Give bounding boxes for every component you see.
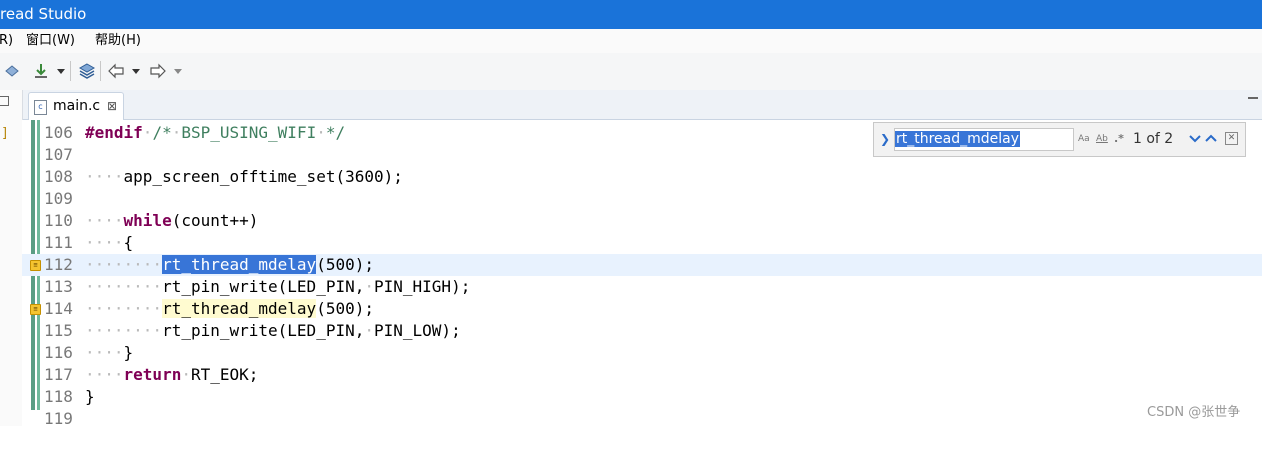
c-file-icon: c — [34, 100, 47, 115]
close-find-icon[interactable]: ✕ — [1225, 132, 1238, 145]
code-line: 109 — [22, 188, 1262, 210]
code-text: ····{ — [85, 233, 134, 252]
line-number: 111 — [44, 233, 73, 252]
editor-tab-bar — [0, 90, 1262, 120]
previous-match-icon[interactable] — [1204, 128, 1218, 150]
line-number: 119 — [44, 409, 73, 428]
line-number: 117 — [44, 365, 73, 384]
line-number: 112 — [44, 255, 73, 274]
download-dropdown-icon[interactable] — [56, 62, 66, 80]
tab-main-c[interactable]: c main.c ⊠ — [28, 92, 124, 121]
code-line: 111 ····{ — [22, 232, 1262, 254]
forward-arrow-icon[interactable] — [149, 62, 167, 80]
code-text: ········rt_pin_write(LED_PIN,·PIN_LOW); — [85, 321, 461, 340]
expand-replace-icon[interactable]: ❯ — [877, 129, 893, 149]
watermark: CSDN @张世争 — [1147, 405, 1241, 420]
panel-marker: ] — [2, 126, 8, 141]
code-line-current: ≡ 112 ········rt_thread_mdelay(500); — [22, 254, 1262, 276]
back-dropdown-icon[interactable] — [131, 62, 141, 80]
code-text: } — [85, 387, 95, 406]
code-editor[interactable]: 106 #endif·/*·BSP_USING_WIFI·*/ 107 108 … — [22, 120, 1262, 428]
occurrence-marker-icon: ≡ — [30, 304, 41, 315]
menu-item-window[interactable]: 窗口(W) — [26, 29, 75, 53]
window-title: read Studio — [0, 5, 87, 23]
title-bar: read Studio — [0, 0, 1262, 29]
code-text: ········rt_pin_write(LED_PIN,·PIN_HIGH); — [85, 277, 471, 296]
whole-word-icon[interactable]: Ab — [1096, 131, 1108, 147]
code-text: ····return·RT_EOK; — [85, 365, 259, 384]
tab-close-icon[interactable]: ⊠ — [107, 93, 117, 120]
match-case-icon[interactable]: Aa — [1078, 131, 1090, 147]
line-number: 115 — [44, 321, 73, 340]
code-line: 118 } — [22, 386, 1262, 408]
code-text: ········rt_thread_mdelay(500); — [85, 255, 374, 274]
search-query: rt_thread_mdelay — [895, 131, 1021, 147]
code-text: ····app_screen_offtime_set(3600); — [85, 167, 403, 186]
restore-icon[interactable] — [0, 96, 9, 106]
code-text: ····while(count++) — [85, 211, 259, 230]
tab-filename: main.c — [53, 98, 101, 114]
code-line: 119 — [22, 408, 1262, 430]
forward-dropdown-icon[interactable] — [173, 62, 183, 80]
menu-bar: R) 窗口(W) 帮助(H) — [0, 29, 1262, 53]
code-line: 115 ········rt_pin_write(LED_PIN,·PIN_LO… — [22, 320, 1262, 342]
search-input[interactable]: rt_thread_mdelay — [894, 128, 1074, 151]
code-line: 110 ····while(count++) — [22, 210, 1262, 232]
code-text: #endif·/*·BSP_USING_WIFI·*/ — [85, 123, 346, 142]
line-number: 110 — [44, 211, 73, 230]
occurrence-highlight: rt_thread_mdelay — [162, 299, 317, 318]
tag-icon[interactable] — [4, 62, 20, 80]
code-line: 116 ····} — [22, 342, 1262, 364]
next-match-icon[interactable] — [1188, 128, 1202, 150]
back-arrow-icon[interactable] — [107, 62, 125, 80]
code-line: 108 ····app_screen_offtime_set(3600); — [22, 166, 1262, 188]
line-number: 114 — [44, 299, 73, 318]
code-line: ≡ 114 ········rt_thread_mdelay(500); — [22, 298, 1262, 320]
selected-text: rt_thread_mdelay — [162, 255, 317, 274]
line-number: 116 — [44, 343, 73, 362]
line-number: 109 — [44, 189, 73, 208]
toolbar-separator — [100, 61, 101, 81]
code-line: 113 ········rt_pin_write(LED_PIN,·PIN_HI… — [22, 276, 1262, 298]
left-panel-edge: ] — [0, 90, 23, 426]
line-number: 118 — [44, 387, 73, 406]
minimize-icon[interactable] — [1248, 97, 1258, 102]
line-number: 106 — [44, 123, 73, 142]
regex-icon[interactable]: .* — [1114, 131, 1124, 147]
code-line: 117 ····return·RT_EOK; — [22, 364, 1262, 386]
menu-item-help[interactable]: 帮助(H) — [95, 29, 141, 53]
toolbar-separator — [70, 61, 71, 81]
match-count: 1 of 2 — [1133, 131, 1174, 147]
code-text: ····} — [85, 343, 134, 362]
menu-item-run[interactable]: R) — [0, 29, 13, 53]
toolbar — [0, 53, 1262, 91]
download-icon[interactable] — [32, 62, 50, 80]
code-text: ········rt_thread_mdelay(500); — [85, 299, 374, 318]
layers-icon[interactable] — [78, 62, 96, 80]
line-number: 107 — [44, 145, 73, 164]
find-overlay: ❯ rt_thread_mdelay Aa Ab .* 1 of 2 ✕ — [873, 122, 1246, 157]
line-number: 108 — [44, 167, 73, 186]
line-number: 113 — [44, 277, 73, 296]
occurrence-marker-icon: ≡ — [30, 260, 41, 271]
